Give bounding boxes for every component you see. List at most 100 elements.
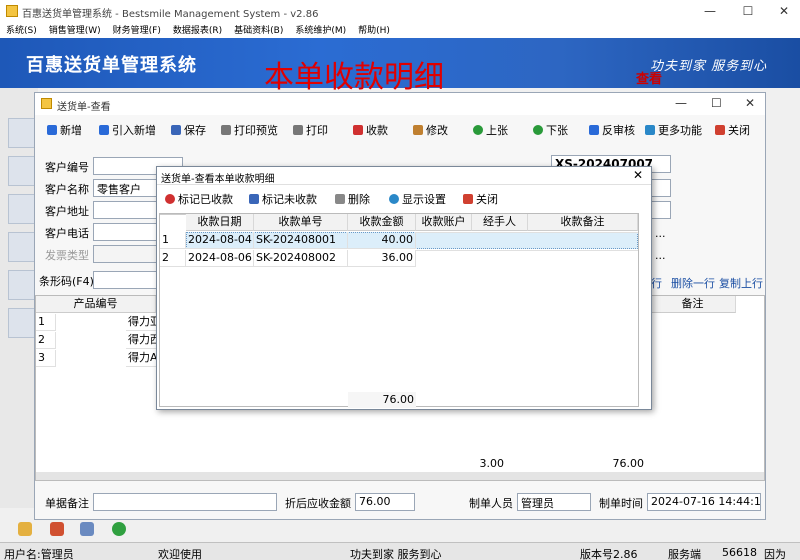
- trash-icon: [335, 194, 345, 204]
- save-button[interactable]: 保存: [171, 122, 206, 138]
- maximize-icon[interactable]: ☐: [711, 96, 722, 110]
- make-time-label: 制单时间: [599, 497, 643, 510]
- banner-slogan: 功夫到家 服务到心: [650, 59, 768, 74]
- payment-amount-cell[interactable]: 36.00: [348, 250, 416, 267]
- status-server-label: 服务端: [668, 548, 701, 560]
- close-window-icon[interactable]: ✕: [745, 96, 755, 110]
- previous-icon: [473, 125, 483, 135]
- column-header-amount[interactable]: 收款金额: [348, 214, 416, 231]
- handler-cell[interactable]: [472, 250, 528, 251]
- status-slogan: 功夫到家 服务到心: [350, 548, 442, 560]
- maximize-icon[interactable]: ☐: [730, 0, 766, 22]
- customer-code-label: 客户编号: [45, 161, 89, 174]
- previous-button[interactable]: 上张: [473, 122, 508, 138]
- quick-icons: [0, 520, 140, 540]
- search-icon[interactable]: [80, 522, 94, 536]
- window-title: 百惠送货单管理系统 - Bestsmile Management System …: [22, 9, 319, 20]
- next-button[interactable]: 下张: [533, 122, 568, 138]
- payment-button[interactable]: 收款: [353, 122, 388, 138]
- menu-basic-data[interactable]: 基础资料(B): [228, 22, 289, 36]
- key-icon[interactable]: [18, 522, 32, 536]
- column-header-date[interactable]: 收款日期: [186, 214, 254, 231]
- mark-unpaid-button[interactable]: 标记未收款: [249, 191, 317, 207]
- banner-title: 百惠送货单管理系统: [26, 55, 197, 76]
- dialog-close-button[interactable]: 关闭: [463, 191, 498, 207]
- delete-row-link[interactable]: 删除一行: [671, 275, 715, 291]
- menu-bar: 系统(S) 销售管理(W) 财务管理(F) 数据报表(R) 基础资料(B) 系统维护(M)…: [0, 22, 800, 38]
- print-button[interactable]: 打印: [293, 122, 328, 138]
- menu-finance[interactable]: 财务管理(F): [107, 22, 167, 36]
- menu-system[interactable]: 系统(S): [0, 22, 43, 36]
- payment-account-cell[interactable]: [416, 232, 472, 233]
- row-number: 2: [36, 332, 56, 349]
- import-icon: [99, 125, 109, 135]
- mark-paid-button[interactable]: 标记已收款: [165, 191, 233, 207]
- plus-icon: [47, 125, 57, 135]
- payment-account-cell[interactable]: [416, 250, 472, 251]
- print-preview-button[interactable]: 打印预览: [221, 122, 278, 138]
- more-indicator: ...: [655, 249, 666, 262]
- total-amount: 76.00: [612, 457, 645, 470]
- mark-paid-icon: [165, 194, 175, 204]
- payment-date-cell[interactable]: 2024-08-06: [186, 250, 254, 267]
- column-header-handler[interactable]: 经手人: [472, 214, 528, 231]
- handler-cell[interactable]: [472, 232, 528, 233]
- column-header-index[interactable]: [160, 214, 186, 215]
- settings-icon: [389, 194, 399, 204]
- note-field[interactable]: [93, 493, 277, 511]
- status-user: 用户名:管理员: [4, 548, 74, 560]
- dialog-title-bar: 送货单-查看本单收款明细 ✕: [157, 167, 651, 185]
- display-settings-button[interactable]: 显示设置: [389, 191, 446, 207]
- column-header-product-code[interactable]: 产品编号: [36, 296, 156, 313]
- customer-address-label: 客户地址: [45, 205, 89, 218]
- mark-unpaid-icon: [249, 194, 259, 204]
- maker-field[interactable]: 管理员: [517, 493, 591, 511]
- copy-row-link[interactable]: 复制上行: [719, 275, 763, 291]
- close-window-icon[interactable]: ✕: [766, 0, 800, 22]
- left-nav-panel: [0, 88, 38, 508]
- close-button[interactable]: 关闭: [715, 122, 750, 138]
- save-icon: [171, 125, 181, 135]
- import-new-button[interactable]: 引入新增: [99, 122, 156, 138]
- minimize-icon[interactable]: —: [692, 0, 728, 22]
- next-icon: [533, 125, 543, 135]
- horizontal-scrollbar[interactable]: [36, 472, 764, 480]
- delete-button[interactable]: 删除: [335, 191, 370, 207]
- column-header-remark[interactable]: 备注: [650, 296, 736, 313]
- right-field[interactable]: [651, 201, 671, 219]
- new-button[interactable]: 新增: [47, 122, 82, 138]
- dialog-toolbar: 标记已收款 标记未收款 删除 显示设置 关闭: [157, 187, 651, 209]
- payment-number-cell[interactable]: SK-202408002: [254, 250, 348, 267]
- status-trailing: 因为: [764, 548, 786, 560]
- column-header-number[interactable]: 收款单号: [254, 214, 348, 231]
- app-icon: [6, 5, 18, 17]
- add-row-link[interactable]: 行: [651, 275, 662, 291]
- menu-maintenance[interactable]: 系统维护(M): [289, 22, 352, 36]
- exit-icon[interactable]: [112, 522, 126, 536]
- payment-grid: 收款日期 收款单号 收款金额 收款账户 经手人 收款备注 1 2024-08-0…: [159, 213, 639, 408]
- remark-cell[interactable]: [528, 250, 638, 251]
- edit-button[interactable]: 修改: [413, 122, 448, 138]
- payment-amount-cell[interactable]: 40.00: [348, 232, 416, 249]
- menu-help[interactable]: 帮助(H): [352, 22, 396, 36]
- dropdown-field[interactable]: [651, 179, 671, 197]
- discounted-amount-field[interactable]: 76.00: [355, 493, 415, 511]
- payment-number-cell[interactable]: SK-202408001: [254, 232, 348, 249]
- minimize-icon[interactable]: —: [675, 96, 687, 110]
- unaudit-button[interactable]: 反审核: [589, 122, 635, 138]
- remark-cell[interactable]: [528, 232, 638, 233]
- maker-label: 制单人员: [469, 497, 513, 510]
- column-header-remark[interactable]: 收款备注: [528, 214, 638, 231]
- make-time-field[interactable]: 2024-07-16 14:44:18: [647, 493, 761, 511]
- menu-reports[interactable]: 数据报表(R): [167, 22, 228, 36]
- menu-sales[interactable]: 销售管理(W): [43, 22, 107, 36]
- lock-icon[interactable]: [50, 522, 64, 536]
- close-dialog-icon[interactable]: ✕: [633, 168, 643, 182]
- more-functions-button[interactable]: 更多功能: [645, 122, 702, 138]
- window-title-bar: 百惠送货单管理系统 - Bestsmile Management System …: [0, 0, 800, 22]
- column-header-account[interactable]: 收款账户: [416, 214, 472, 231]
- delivery-note-title-bar: 送货单-查看 — ☐ ✕: [35, 93, 765, 115]
- payment-date-cell[interactable]: 2024-08-04: [186, 232, 254, 249]
- status-stamp: 查看: [636, 72, 663, 87]
- unaudit-icon: [589, 125, 599, 135]
